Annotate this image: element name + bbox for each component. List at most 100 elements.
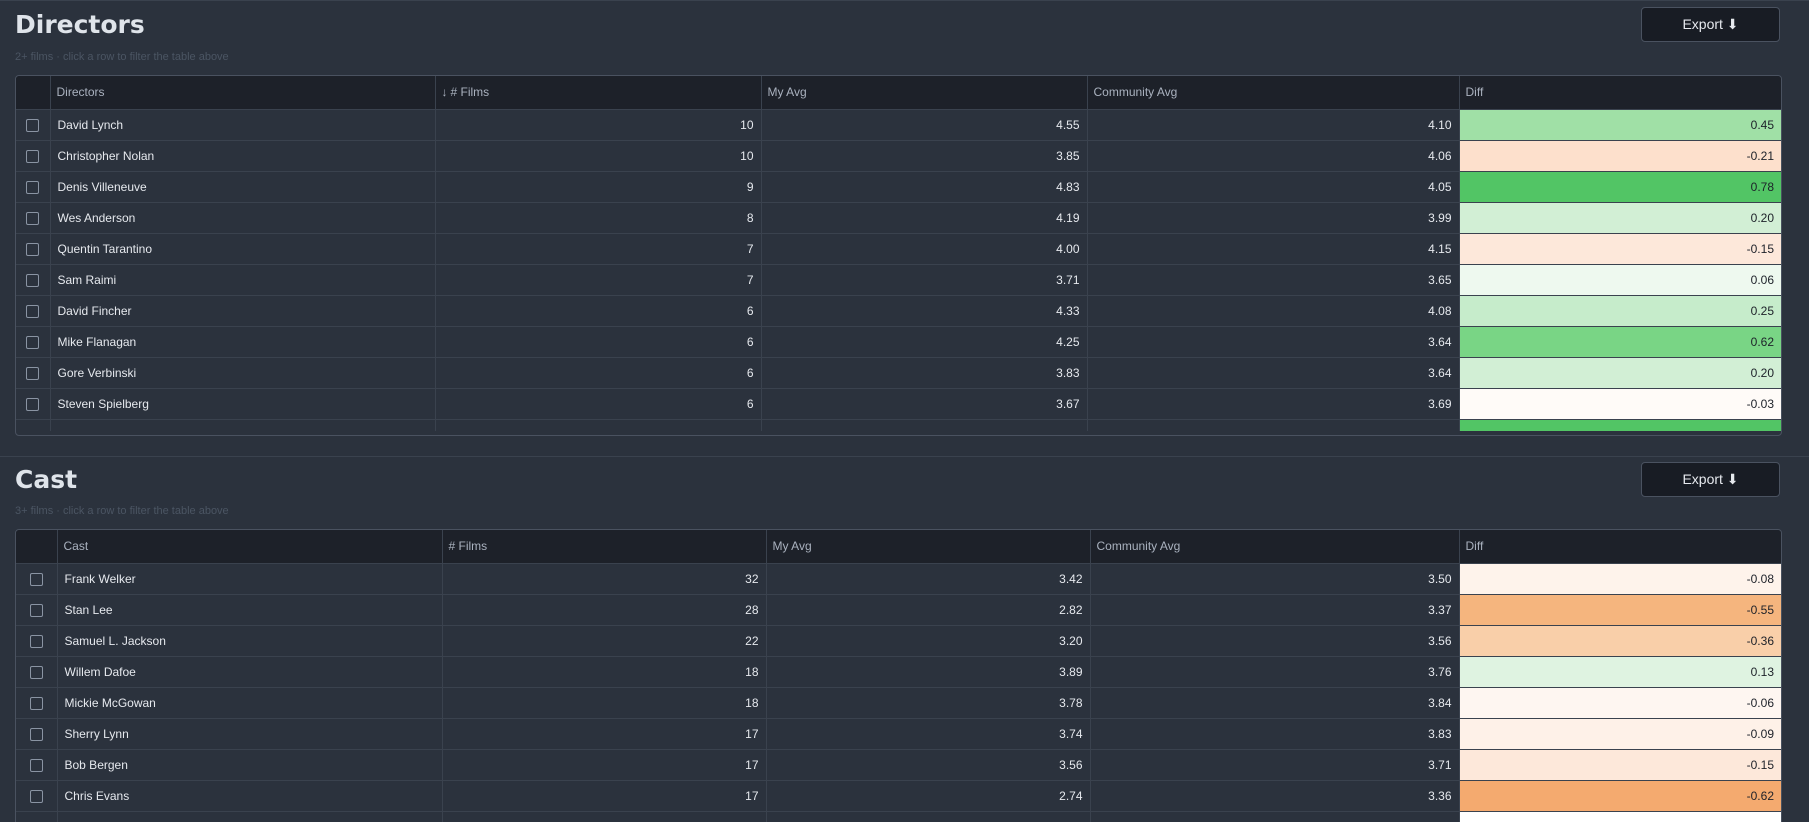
row-checkbox[interactable] [29, 665, 43, 679]
row-checkbox[interactable] [29, 603, 43, 617]
row-checkbox[interactable] [29, 758, 43, 772]
row-checkbox[interactable] [26, 273, 40, 287]
my-avg-cell: 4.19 [761, 201, 1088, 233]
row-select-cell [16, 562, 58, 594]
row-checkbox[interactable] [26, 211, 40, 225]
cast-col-community-avg[interactable]: Community Avg [1090, 530, 1460, 563]
community-avg-cell: 4.06 [1087, 139, 1460, 171]
row-select-cell [16, 325, 51, 357]
films-cell: 6 [435, 325, 762, 357]
table-row[interactable]: Sherry Lynn 17 3.74 3.83 -0.09 [16, 717, 1781, 749]
diff-cell: -0.09 [1459, 717, 1781, 749]
table-row[interactable]: Gore Verbinski 6 3.83 3.64 0.20 [16, 356, 1781, 388]
directors-col-name[interactable]: Directors [50, 76, 436, 109]
top-divider [0, 0, 1809, 1]
table-row[interactable]: Christopher Nolan 10 3.85 4.06 -0.21 [16, 139, 1781, 171]
name-cell: Bob Bergen [57, 748, 443, 780]
table-row[interactable]: Willem Dafoe 18 3.89 3.76 0.13 [16, 655, 1781, 687]
table-row[interactable]: Denis Villeneuve 9 4.83 4.05 0.78 [16, 170, 1781, 202]
row-checkbox[interactable] [26, 304, 40, 318]
films-cell: 22 [442, 624, 767, 656]
my-avg-cell: 3.42 [766, 562, 1091, 594]
table-row[interactable]: Mike Flanagan 6 4.25 3.64 0.62 [16, 325, 1781, 357]
directors-col-community-avg[interactable]: Community Avg [1087, 76, 1460, 109]
directors-col-diff[interactable]: Diff [1459, 76, 1781, 109]
my-avg-cell: 3.83 [761, 356, 1088, 388]
row-select-cell [16, 593, 58, 625]
name-cell: Sam Raimi [50, 263, 436, 295]
directors-title: Directors [15, 10, 145, 39]
row-checkbox[interactable] [26, 242, 40, 256]
row-checkbox[interactable] [26, 366, 40, 380]
name-cell [50, 418, 436, 431]
table-row[interactable]: Bob Bergen 17 3.56 3.71 -0.15 [16, 748, 1781, 780]
name-cell: Stan Lee [57, 593, 443, 625]
row-checkbox[interactable] [26, 397, 40, 411]
row-checkbox[interactable] [29, 634, 43, 648]
table-row[interactable]: Stan Lee 28 2.82 3.37 -0.55 [16, 593, 1781, 625]
table-row-partial[interactable] [16, 418, 1781, 431]
cast-export-button[interactable]: Export ⬇ [1641, 462, 1780, 497]
name-cell: Willem Dafoe [57, 655, 443, 687]
row-checkbox[interactable] [29, 572, 43, 586]
cast-header-row: Cast # Films My Avg Community Avg Diff [16, 530, 1781, 563]
name-cell: Sherry Lynn [57, 717, 443, 749]
community-avg-cell: 3.76 [1090, 655, 1460, 687]
films-cell: 18 [442, 686, 767, 718]
table-row[interactable]: Sam Raimi 7 3.71 3.65 0.06 [16, 263, 1781, 295]
films-cell: 32 [442, 562, 767, 594]
directors-col-films[interactable]: ↓ # Films [435, 76, 762, 109]
community-avg-cell [1087, 418, 1460, 431]
films-cell: 18 [442, 655, 767, 687]
diff-cell: 0.45 [1459, 108, 1781, 140]
row-select-cell [16, 624, 58, 656]
row-checkbox[interactable] [29, 789, 43, 803]
cast-col-diff[interactable]: Diff [1459, 530, 1781, 563]
name-cell: Mickie McGowan [57, 686, 443, 718]
table-row[interactable]: David Fincher 6 4.33 4.08 0.25 [16, 294, 1781, 326]
name-cell: Samuel L. Jackson [57, 624, 443, 656]
cast-col-name[interactable]: Cast [57, 530, 443, 563]
community-avg-cell: 4.05 [1087, 170, 1460, 202]
community-avg-cell: 3.99 [1087, 201, 1460, 233]
directors-header-row: Directors ↓ # Films My Avg Community Avg … [16, 76, 1781, 109]
name-cell: Quentin Tarantino [50, 232, 436, 264]
table-row[interactable]: Wes Anderson 8 4.19 3.99 0.20 [16, 201, 1781, 233]
row-checkbox[interactable] [26, 149, 40, 163]
directors-subtitle: 2+ films · click a row to filter the tab… [15, 51, 229, 63]
table-row-partial[interactable] [16, 810, 1781, 822]
cast-col-my-avg[interactable]: My Avg [766, 530, 1091, 563]
row-checkbox[interactable] [26, 335, 40, 349]
my-avg-cell: 3.85 [761, 139, 1088, 171]
table-row[interactable]: Samuel L. Jackson 22 3.20 3.56 -0.36 [16, 624, 1781, 656]
name-cell: David Lynch [50, 108, 436, 140]
table-row[interactable]: Mickie McGowan 18 3.78 3.84 -0.06 [16, 686, 1781, 718]
table-row[interactable]: David Lynch 10 4.55 4.10 0.45 [16, 108, 1781, 140]
name-cell: Wes Anderson [50, 201, 436, 233]
diff-cell: 0.20 [1459, 356, 1781, 388]
cast-col-community-avg-label: Community Avg [1096, 539, 1181, 554]
row-select-cell [16, 170, 51, 202]
cast-title: Cast [15, 465, 78, 494]
community-avg-cell: 4.08 [1087, 294, 1460, 326]
row-checkbox[interactable] [26, 118, 40, 132]
row-checkbox[interactable] [26, 180, 40, 194]
community-avg-cell: 3.71 [1090, 748, 1460, 780]
directors-col-my-avg-label: My Avg [767, 85, 807, 100]
table-row[interactable]: Steven Spielberg 6 3.67 3.69 -0.03 [16, 387, 1781, 419]
name-cell: Steven Spielberg [50, 387, 436, 419]
name-cell: Denis Villeneuve [50, 170, 436, 202]
row-checkbox[interactable] [29, 727, 43, 741]
cast-col-diff-label: Diff [1465, 539, 1484, 554]
table-row[interactable]: Chris Evans 17 2.74 3.36 -0.62 [16, 779, 1781, 811]
table-row[interactable]: Quentin Tarantino 7 4.00 4.15 -0.15 [16, 232, 1781, 264]
directors-export-button[interactable]: Export ⬇ [1641, 7, 1780, 42]
directors-col-my-avg[interactable]: My Avg [761, 76, 1088, 109]
diff-cell: 0.13 [1459, 655, 1781, 687]
diff-cell: -0.08 [1459, 562, 1781, 594]
my-avg-cell [761, 418, 1088, 431]
films-cell [435, 418, 762, 431]
cast-col-films[interactable]: # Films [442, 530, 767, 563]
table-row[interactable]: Frank Welker 32 3.42 3.50 -0.08 [16, 562, 1781, 594]
row-checkbox[interactable] [29, 696, 43, 710]
